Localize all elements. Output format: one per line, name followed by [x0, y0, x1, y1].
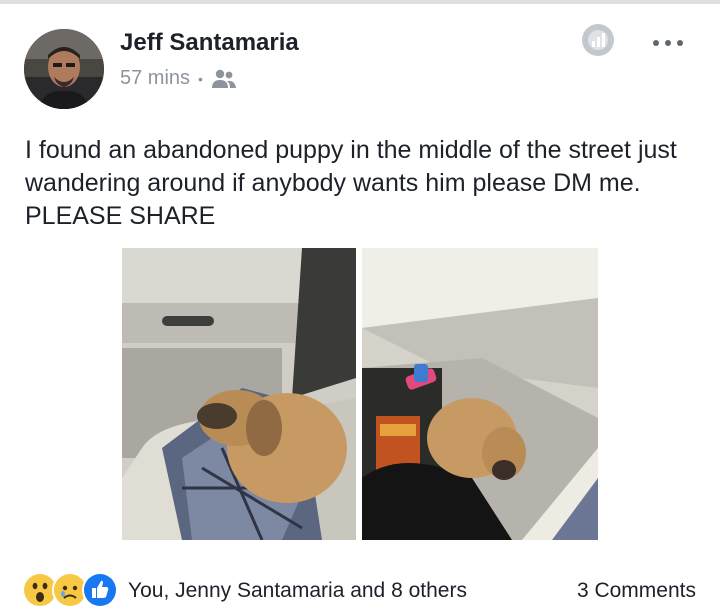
puppy-on-car-seat-photo: [122, 248, 356, 540]
reaction-summary[interactable]: You, Jenny Santamaria and 8 others: [128, 579, 467, 603]
friends-icon[interactable]: [211, 68, 237, 90]
post-time[interactable]: 57 mins: [120, 67, 190, 90]
reaction-icons[interactable]: [22, 572, 118, 608]
post-text: I found an abandoned puppy in the middle…: [25, 136, 677, 230]
post-meta: 57 mins •: [120, 67, 237, 90]
meta-separator: •: [198, 70, 203, 87]
author-name[interactable]: Jeff Santamaria: [120, 29, 299, 57]
insights-icon[interactable]: [582, 24, 614, 56]
avatar[interactable]: [24, 29, 104, 109]
post-photo-2[interactable]: [362, 248, 598, 540]
comments-count[interactable]: 3 Comments: [577, 579, 696, 603]
like-icon: [82, 572, 118, 608]
top-divider: [0, 0, 720, 4]
puppy-on-car-floor-photo: [362, 248, 598, 540]
more-options-icon[interactable]: [650, 33, 686, 53]
profile-photo: [24, 29, 104, 109]
post-photo-1[interactable]: [122, 248, 356, 540]
